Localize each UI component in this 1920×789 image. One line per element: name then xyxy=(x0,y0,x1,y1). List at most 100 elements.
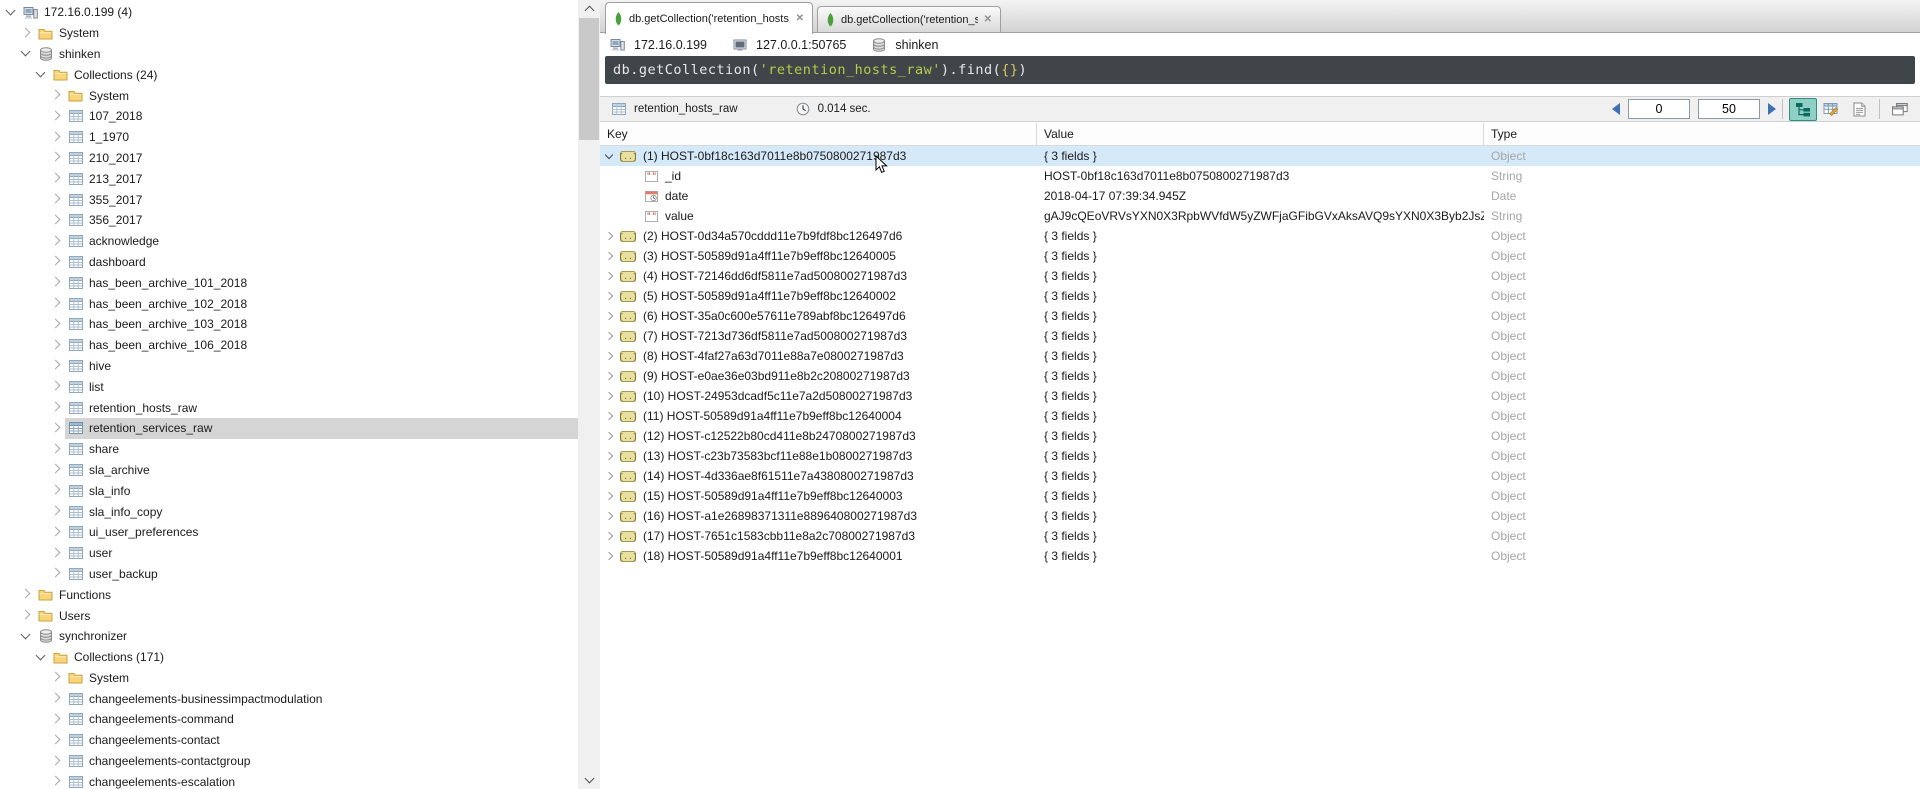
tab-2[interactable]: db.getCollection('retention_servic...✕ xyxy=(817,6,1001,33)
text-view-button[interactable] xyxy=(1845,98,1873,121)
chevron-right-icon[interactable] xyxy=(51,547,61,557)
tree-item-213-2017[interactable]: 213_2017 xyxy=(0,168,578,189)
close-icon[interactable]: ✕ xyxy=(796,13,804,24)
tree-item-changeelements-command[interactable]: changeelements-command xyxy=(0,709,578,730)
tree-item-system[interactable]: System xyxy=(0,23,578,44)
chevron-right-icon[interactable] xyxy=(51,381,61,391)
tree-item-has-been-archive-103-2018[interactable]: has_been_archive_103_2018 xyxy=(0,314,578,335)
tree-item-synchronizer[interactable]: synchronizer xyxy=(0,626,578,647)
chevron-right-icon[interactable] xyxy=(51,422,61,432)
table-view-button[interactable] xyxy=(1817,98,1845,121)
chevron-right-icon[interactable] xyxy=(605,252,613,260)
chevron-right-icon[interactable] xyxy=(605,412,613,420)
chevron-right-icon[interactable] xyxy=(51,672,61,682)
document-row[interactable]: {..}(1) HOST-0bf18c163d7011e8b0750800271… xyxy=(600,146,1920,166)
chevron-right-icon[interactable] xyxy=(605,352,613,360)
document-row[interactable]: {..}(12) HOST-c12522b80cd411e8b247080027… xyxy=(600,426,1920,446)
chevron-right-icon[interactable] xyxy=(605,372,613,380)
tab-1[interactable]: db.getCollection('retention_hosts...✕ xyxy=(605,2,813,34)
document-row[interactable]: {..}(2) HOST-0d34a570cddd11e7b9fdf8bc126… xyxy=(600,226,1920,246)
scrollbar-thumb[interactable] xyxy=(579,18,599,140)
tree-item-changeelements-businessimpactmodulation[interactable]: changeelements-businessimpactmodulation xyxy=(0,688,578,709)
chevron-right-icon[interactable] xyxy=(51,526,61,536)
chevron-right-icon[interactable] xyxy=(21,589,31,599)
document-row[interactable]: {..}(16) HOST-a1e26898371311e88964080027… xyxy=(600,506,1920,526)
tree-item-has-been-archive-106-2018[interactable]: has_been_archive_106_2018 xyxy=(0,335,578,356)
document-row[interactable]: {..}(17) HOST-7651c1583cbb11e8a2c7080027… xyxy=(600,526,1920,546)
chevron-right-icon[interactable] xyxy=(605,492,613,500)
document-row[interactable]: {..}(8) HOST-4faf27a63d7011e88a7e0800271… xyxy=(600,346,1920,366)
tree-item-has-been-archive-102-2018[interactable]: has_been_archive_102_2018 xyxy=(0,293,578,314)
tree-item-1-1970[interactable]: 1_1970 xyxy=(0,127,578,148)
chevron-right-icon[interactable] xyxy=(605,292,613,300)
previous-page-icon[interactable] xyxy=(1612,103,1620,115)
chevron-right-icon[interactable] xyxy=(605,432,613,440)
tree-item-355-2017[interactable]: 355_2017 xyxy=(0,189,578,210)
tree-item-dashboard[interactable]: dashboard xyxy=(0,252,578,273)
column-header-key[interactable]: Key xyxy=(600,123,1037,145)
document-row[interactable]: {..}(9) HOST-e0ae36e03bd911e8b2c20800271… xyxy=(600,366,1920,386)
tree-item-hive[interactable]: hive xyxy=(0,356,578,377)
tree-item-retention-hosts-raw[interactable]: retention_hosts_raw xyxy=(0,397,578,418)
chevron-down-icon[interactable] xyxy=(36,650,46,660)
chevron-right-icon[interactable] xyxy=(51,714,61,724)
chevron-right-icon[interactable] xyxy=(51,131,61,141)
chevron-right-icon[interactable] xyxy=(605,232,613,240)
chevron-right-icon[interactable] xyxy=(605,532,613,540)
sidebar-scrollbar[interactable] xyxy=(578,0,600,789)
tree-item-system[interactable]: System xyxy=(0,668,578,689)
tree-item-sla-info-copy[interactable]: sla_info_copy xyxy=(0,501,578,522)
chevron-down-icon[interactable] xyxy=(6,5,16,15)
chevron-right-icon[interactable] xyxy=(51,90,61,100)
chevron-right-icon[interactable] xyxy=(51,734,61,744)
chevron-down-icon[interactable] xyxy=(21,47,31,57)
tree-item-acknowledge[interactable]: acknowledge xyxy=(0,231,578,252)
chevron-down-icon[interactable] xyxy=(36,68,46,78)
tree-item-changeelements-contact[interactable]: changeelements-contact xyxy=(0,730,578,751)
chevron-right-icon[interactable] xyxy=(51,277,61,287)
tree-item-sla-info[interactable]: sla_info xyxy=(0,480,578,501)
chevron-right-icon[interactable] xyxy=(21,610,31,620)
tree-item-changeelements-contactgroup[interactable]: changeelements-contactgroup xyxy=(0,751,578,772)
chevron-right-icon[interactable] xyxy=(51,173,61,183)
close-icon[interactable]: ✕ xyxy=(984,14,992,25)
new-window-button[interactable] xyxy=(1886,98,1914,121)
tree-item-ui-user-preferences[interactable]: ui_user_preferences xyxy=(0,522,578,543)
document-row[interactable]: {..}(7) HOST-7213d736df5811e7ad500800271… xyxy=(600,326,1920,346)
chevron-right-icon[interactable] xyxy=(605,512,613,520)
document-row[interactable]: {..}(5) HOST-50589d91a4ff11e7b9eff8bc126… xyxy=(600,286,1920,306)
tree-item-356-2017[interactable]: 356_2017 xyxy=(0,210,578,231)
tree-item-functions[interactable]: Functions xyxy=(0,584,578,605)
chevron-right-icon[interactable] xyxy=(51,235,61,245)
tree-item-collections-171-[interactable]: Collections (171) xyxy=(0,647,578,668)
document-row[interactable]: {..}(13) HOST-c23b73583bcf11e88e1b080027… xyxy=(600,446,1920,466)
chevron-down-icon[interactable] xyxy=(605,150,613,158)
chevron-right-icon[interactable] xyxy=(51,693,61,703)
chevron-right-icon[interactable] xyxy=(51,298,61,308)
document-row[interactable]: {..}(4) HOST-72146dd6df5811e7ad500800271… xyxy=(600,266,1920,286)
scrollbar-down-icon[interactable] xyxy=(578,772,600,789)
chevron-right-icon[interactable] xyxy=(51,443,61,453)
document-row[interactable]: {..}(6) HOST-35a0c600e57611e789abf8bc126… xyxy=(600,306,1920,326)
next-page-icon[interactable] xyxy=(1768,103,1776,115)
chevron-right-icon[interactable] xyxy=(51,485,61,495)
chevron-right-icon[interactable] xyxy=(605,332,613,340)
tree-item-107-2018[interactable]: 107_2018 xyxy=(0,106,578,127)
tree-item-210-2017[interactable]: 210_2017 xyxy=(0,148,578,169)
chevron-down-icon[interactable] xyxy=(21,629,31,639)
chevron-right-icon[interactable] xyxy=(51,360,61,370)
limit-input[interactable] xyxy=(1698,99,1760,119)
field-row[interactable]: date2018-04-17 07:39:34.945ZDate xyxy=(600,186,1920,206)
field-row[interactable]: ""_idHOST-0bf18c163d7011e8b0750800271987… xyxy=(600,166,1920,186)
chevron-right-icon[interactable] xyxy=(51,464,61,474)
chevron-right-icon[interactable] xyxy=(605,312,613,320)
chevron-right-icon[interactable] xyxy=(51,194,61,204)
tree-item-sla-archive[interactable]: sla_archive xyxy=(0,460,578,481)
field-row[interactable]: ""valuegAJ9cQEoVRVsYXN0X3RpbWVfdW5yZWFja… xyxy=(600,206,1920,226)
document-row[interactable]: {..}(14) HOST-4d336ae8f61511e7a438080027… xyxy=(600,466,1920,486)
chevron-right-icon[interactable] xyxy=(21,27,31,37)
tree-view-button[interactable] xyxy=(1789,98,1817,121)
tree-item-collections-24-[interactable]: Collections (24) xyxy=(0,64,578,85)
chevron-right-icon[interactable] xyxy=(51,152,61,162)
tree-item-user[interactable]: user xyxy=(0,543,578,564)
